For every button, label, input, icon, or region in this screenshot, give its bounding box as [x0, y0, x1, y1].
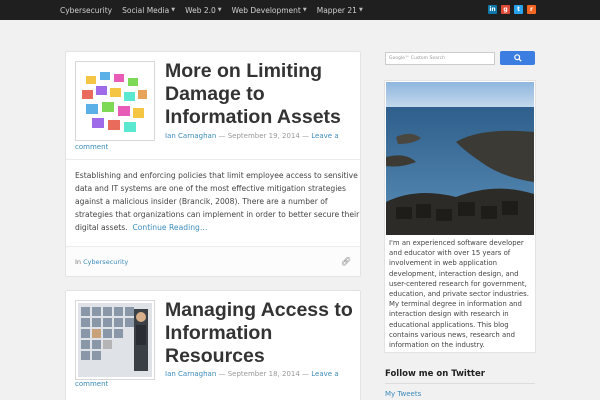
nav-item-label: Mapper 21 — [316, 5, 357, 15]
search-button[interactable] — [500, 51, 535, 65]
chevron-down-icon: ▼ — [217, 7, 222, 13]
divider — [66, 159, 360, 160]
leave-comment-link[interactable]: Leave a — [311, 370, 338, 378]
rss-icon[interactable]: r — [527, 5, 536, 14]
comment-link[interactable]: comment — [75, 380, 108, 388]
chevron-down-icon: ▼ — [302, 7, 307, 13]
post-thumbnail[interactable] — [75, 61, 155, 141]
chevron-down-icon: ▼ — [171, 7, 176, 13]
post-title[interactable]: More on Limiting Damage to Information A… — [165, 60, 355, 129]
search-input[interactable]: Google™ Custom Search — [385, 52, 495, 65]
nav-item-cybersecurity[interactable]: Cybersecurity — [60, 6, 112, 15]
post-title[interactable]: Managing Access to Information Resources — [165, 299, 355, 368]
twitter-widget-title: Follow me on Twitter — [385, 369, 485, 379]
nav-item-web-2-0[interactable]: Web 2.0 ▼ — [185, 6, 222, 15]
chevron-down-icon: ▼ — [358, 7, 363, 13]
leave-comment-link[interactable]: Leave a — [311, 132, 338, 140]
post-meta: Ian Carnaghan — September 19, 2014 — Lea… — [165, 132, 339, 140]
top-navigation-bar: Cybersecurity Social Media ▼ Web 2.0 ▼ Web De… — [0, 0, 600, 20]
twitter-icon[interactable]: t — [514, 5, 523, 14]
post-thumbnail[interactable] — [75, 300, 155, 380]
divider — [385, 383, 535, 384]
nav-item-web-development[interactable]: Web Development ▼ — [232, 6, 307, 15]
coastline-photo — [386, 82, 534, 235]
my-tweets-link[interactable]: My Tweets — [385, 390, 421, 398]
comment-link[interactable]: comment — [75, 143, 108, 151]
about-widget: I'm an experienced software developer an… — [384, 80, 536, 353]
post-meta: Ian Carnaghan — September 18, 2014 — Lea… — [165, 370, 339, 378]
post-footer: In Cybersecurity 🔗︎ — [66, 246, 360, 276]
nav-item-mapper-21[interactable]: Mapper 21 ▼ — [317, 6, 363, 15]
post-excerpt: Establishing and enforcing policies that… — [75, 169, 360, 234]
post-card: Managing Access to Information Resources… — [65, 290, 361, 400]
folders-image — [78, 64, 152, 138]
meta-separator: — — [216, 132, 228, 140]
nav-item-label: Social Media — [122, 5, 170, 15]
linkedin-icon[interactable]: in — [488, 5, 497, 14]
search-icon — [513, 53, 522, 62]
google-plus-icon[interactable]: g — [501, 5, 510, 14]
post-date: September 18, 2014 — [227, 370, 300, 378]
excerpt-text: Establishing and enforcing policies that… — [75, 171, 360, 232]
category-prefix: In — [75, 258, 82, 266]
nav-item-label: Cybersecurity — [60, 5, 113, 15]
post-card: More on Limiting Damage to Information A… — [65, 51, 361, 277]
category-link[interactable]: Cybersecurity — [83, 258, 128, 266]
nav-item-label: Web Development — [231, 5, 301, 15]
post-category: In Cybersecurity — [75, 258, 128, 266]
access-grid-image — [78, 303, 152, 377]
nav-menu: Cybersecurity Social Media ▼ Web 2.0 ▼ Web De… — [60, 0, 373, 20]
continue-reading-link[interactable]: Continue Reading… — [132, 223, 207, 232]
post-date: September 19, 2014 — [227, 132, 300, 140]
nav-item-label: Web 2.0 — [185, 5, 216, 15]
meta-separator: — — [299, 132, 312, 140]
nav-item-social-media[interactable]: Social Media ▼ — [122, 6, 175, 15]
permalink-icon[interactable]: 🔗︎ — [341, 257, 351, 266]
meta-separator: — — [216, 370, 228, 378]
author-link[interactable]: Ian Carnaghan — [165, 132, 216, 140]
bio-text: I'm an experienced software developer an… — [389, 239, 529, 350]
meta-separator: — — [299, 370, 312, 378]
social-icons: in g t r — [484, 5, 536, 14]
author-link[interactable]: Ian Carnaghan — [165, 370, 216, 378]
